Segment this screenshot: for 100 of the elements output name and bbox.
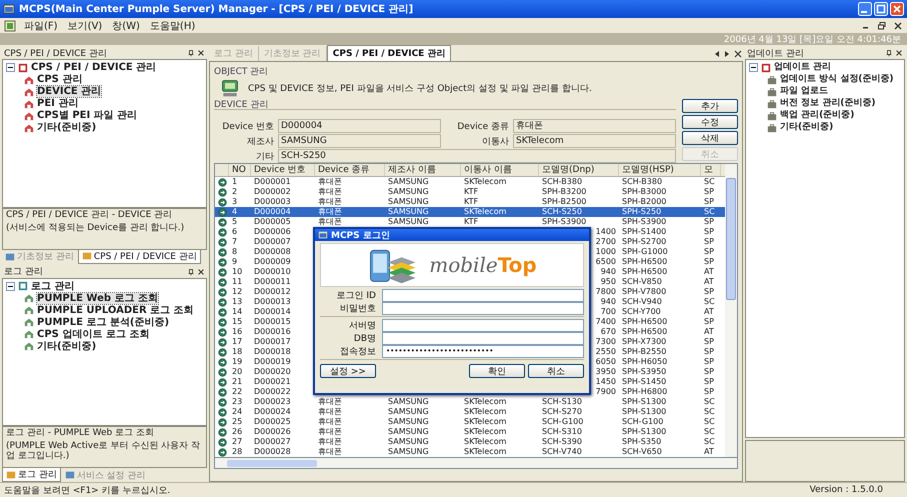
table-cell: SAMSUNG [388, 187, 429, 196]
section-description: CPS 및 DEVICE 정보, PEI 파일을 서비스 구성 Object의 설정 및 파일 관리를 합니다. [248, 82, 592, 94]
table-cell: SP [704, 227, 714, 236]
table-cell: SP [704, 247, 714, 256]
status-text: 도움말을 보려면 <F1> 키를 누르십시오. [4, 484, 170, 496]
table-cell: SP [704, 317, 714, 326]
field-label: 제조사 [246, 136, 274, 148]
table-cell: SP [704, 237, 714, 246]
table-cell: KTF [464, 197, 478, 206]
table-cell: SPH-S350 [622, 437, 662, 446]
table-cell: 7 [232, 237, 238, 246]
table-cell: SP [704, 197, 714, 206]
table-cell: 5 [232, 217, 238, 226]
table-cell: SC [704, 427, 715, 436]
table-cell: D000028 [254, 447, 291, 456]
table-cell: 670 [600, 327, 616, 336]
table-cell: D000015 [254, 317, 291, 326]
table-cell: SPH-S2700 [622, 237, 666, 246]
description-text: (서비스에 적용되는 Device를 관리 합니다.) [6, 222, 186, 232]
table-cell: SC [704, 417, 715, 426]
table-cell: SCH-S130 [542, 397, 582, 406]
table-cell: SPH-S3900 [542, 217, 586, 226]
table-cell: AT [704, 267, 714, 276]
description-text: (PUMPLE Web Active로 부터 수신된 사용자 작업 로그입니다.) [6, 441, 202, 461]
table-cell: 700 [600, 307, 616, 316]
table-cell: D000002 [254, 187, 291, 196]
panel-title: 로그 관리 [4, 266, 43, 278]
table-cell: 17 [232, 337, 242, 346]
table-cell: 940 [600, 267, 616, 276]
table-cell: D000017 [254, 337, 291, 346]
description-title: CPS / PEI / DEVICE 관리 - DEVICE 관리 [6, 210, 174, 220]
dialog-title: MCPS 로그인 [331, 230, 390, 242]
table-cell: 28 [232, 447, 242, 456]
table-cell: SP [704, 187, 714, 196]
table-cell: 14 [232, 307, 242, 316]
table-cell: SP [704, 347, 714, 356]
table-cell: 1450 [596, 377, 616, 386]
table-cell: 휴대폰 [318, 437, 342, 446]
table-cell: SCH-S310 [542, 427, 582, 436]
table-cell: 26 [232, 427, 242, 436]
table-cell: 휴대폰 [318, 427, 342, 436]
table-cell: 27 [232, 437, 242, 446]
table-cell: KTF [464, 217, 478, 226]
table-cell: D000003 [254, 197, 291, 206]
table-cell: 15 [232, 317, 242, 326]
table-cell: 휴대폰 [318, 447, 342, 456]
table-cell: SKTelecom [464, 427, 506, 436]
table-cell: D000009 [254, 257, 291, 266]
table-cell: SP [704, 387, 714, 396]
table-cell: SPH-S1300 [622, 397, 666, 406]
table-cell: D000013 [254, 297, 291, 306]
table-cell: SCH-S250 [542, 207, 582, 216]
table-cell: D000005 [254, 217, 291, 226]
table-cell: D000027 [254, 437, 291, 446]
table-cell: SC [704, 177, 715, 186]
table-cell: D000004 [254, 207, 291, 216]
table-cell: SPH-G1000 [622, 247, 668, 256]
table-cell: D000012 [254, 287, 291, 296]
table-cell: SPH-H6500 [622, 257, 668, 266]
description-title: 로그 관리 - PUMPLE Web 로그 조회 [6, 428, 155, 438]
table-cell: SPH-B3000 [622, 187, 666, 196]
table-cell: SPH-B2550 [622, 347, 666, 356]
table-cell: 3950 [596, 367, 616, 376]
table-cell: 3 [232, 197, 238, 206]
table-cell: 7300 [596, 337, 616, 346]
table-cell: D000019 [254, 357, 291, 366]
table-cell: 휴대폰 [318, 407, 342, 416]
table-cell: D000014 [254, 307, 291, 316]
table-cell: 7900 [596, 387, 616, 396]
table-cell: 22 [232, 387, 242, 396]
table-cell: 25 [232, 417, 242, 426]
table-cell: SKTelecom [464, 207, 506, 216]
table-cell: SCH-G100 [622, 417, 664, 426]
field-label: 로그인 ID [336, 290, 377, 302]
table-cell: 23 [232, 397, 242, 406]
table-cell: 18 [232, 347, 242, 356]
table-cell: SP [704, 377, 714, 386]
table-cell: D000018 [254, 347, 291, 356]
table-cell: D000022 [254, 387, 291, 396]
table-cell: SKTelecom [464, 397, 506, 406]
table-cell: SAMSUNG [388, 437, 429, 446]
table-cell: SAMSUNG [388, 177, 429, 186]
table-cell: 940 [600, 297, 616, 306]
table-cell: 휴대폰 [318, 187, 342, 196]
table-cell: SPH-S1300 [622, 407, 666, 416]
table-cell: SCH-S390 [542, 437, 582, 446]
field-label: 접속정보 [339, 346, 377, 358]
table-cell: SCH-G100 [542, 417, 584, 426]
table-cell: SAMSUNG [388, 407, 429, 416]
table-cell: SP [704, 287, 714, 296]
table-cell: SAMSUNG [388, 447, 429, 456]
table-cell: D000011 [254, 277, 291, 286]
table-cell: SAMSUNG [388, 397, 429, 406]
table-cell: 1400 [596, 227, 616, 236]
table-cell: D000023 [254, 397, 291, 406]
table-cell: 11 [232, 277, 242, 286]
table-cell: 6050 [596, 357, 616, 366]
table-cell: SPH-H6050 [622, 357, 668, 366]
table-cell: SPH-H6500 [622, 317, 668, 326]
table-cell: 20 [232, 367, 242, 376]
